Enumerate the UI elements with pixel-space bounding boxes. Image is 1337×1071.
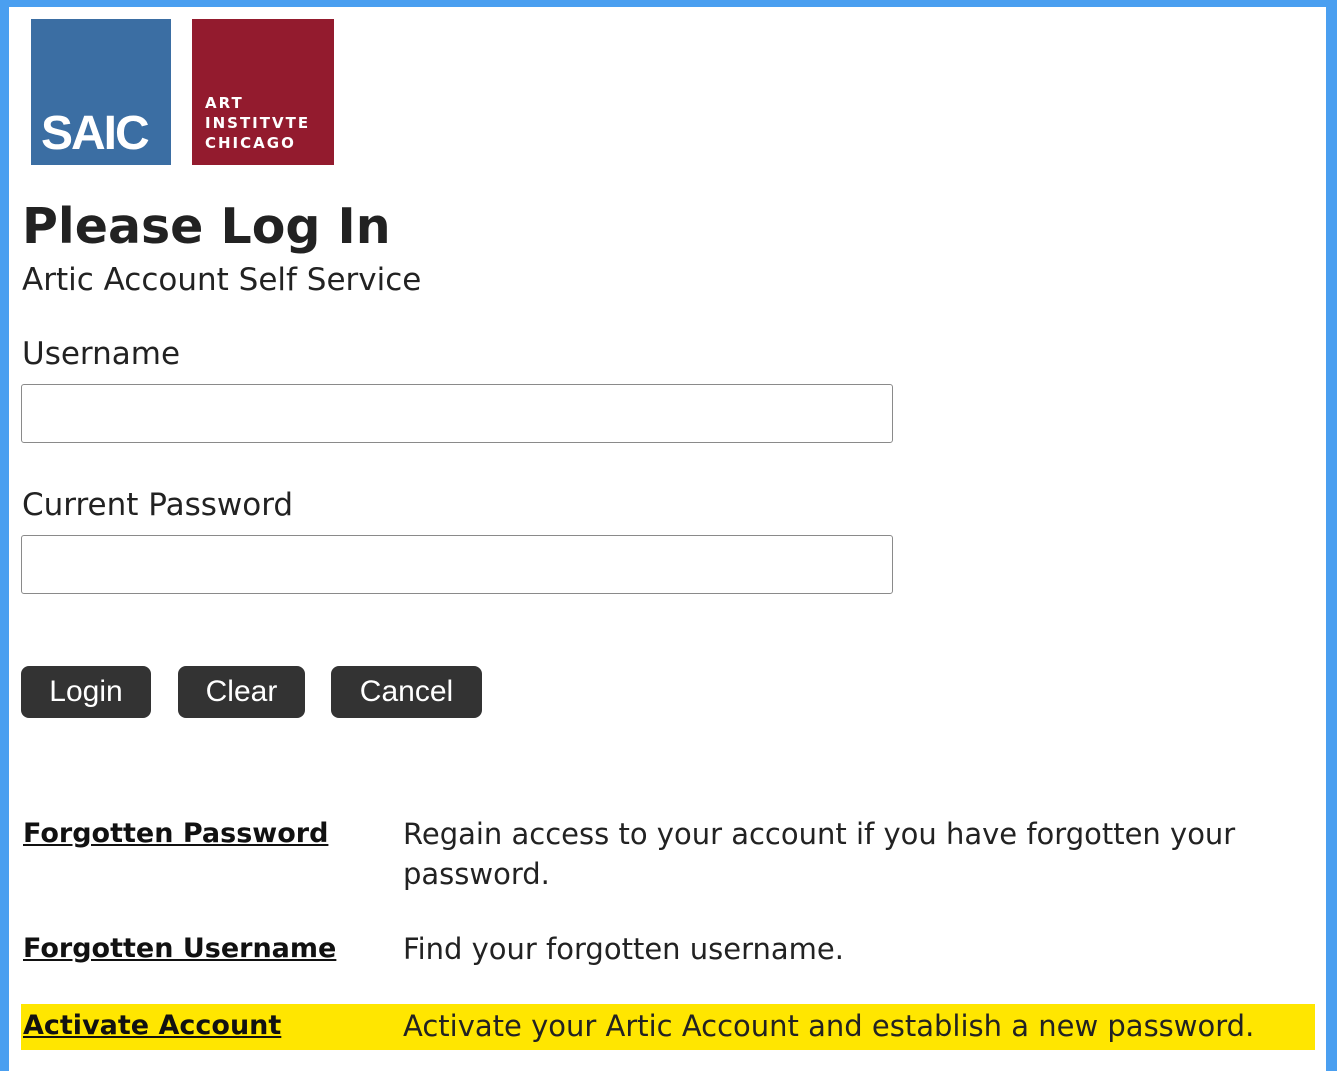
option-forgotten-password: Forgotten Password Regain access to your…: [21, 814, 1315, 898]
password-label: Current Password: [22, 487, 294, 523]
forgotten-username-link[interactable]: Forgotten Username: [23, 929, 336, 969]
aic-line-art: ART: [205, 94, 244, 112]
saic-logo[interactable]: SAIC: [31, 19, 171, 165]
login-page: SAIC ART INSTITVTE CHICAGO Please Log In…: [9, 7, 1326, 1071]
saic-logo-text: SAIC: [41, 107, 150, 160]
art-institute-logo-text: ART INSTITVTE CHICAGO: [205, 93, 310, 153]
forgotten-password-description: Regain access to your account if you hav…: [403, 817, 1236, 891]
activate-account-description: Activate your Artic Account and establis…: [403, 1009, 1255, 1043]
aic-line-chicago: CHICAGO: [205, 134, 296, 152]
forgotten-username-description: Find your forgotten username.: [403, 932, 844, 966]
art-institute-logo[interactable]: ART INSTITVTE CHICAGO: [192, 19, 334, 165]
clear-button[interactable]: Clear: [178, 666, 305, 718]
option-forgotten-username: Forgotten Username Find your forgotten u…: [21, 929, 1315, 971]
page-title: Please Log In: [22, 198, 391, 255]
login-button[interactable]: Login: [21, 666, 151, 718]
page-subtitle: Artic Account Self Service: [22, 262, 422, 298]
password-input[interactable]: [21, 535, 893, 594]
cancel-button[interactable]: Cancel: [331, 666, 482, 718]
username-input[interactable]: [21, 384, 893, 443]
activate-account-link[interactable]: Activate Account: [23, 1006, 281, 1046]
forgotten-password-link[interactable]: Forgotten Password: [23, 814, 328, 854]
option-activate-account: Activate Account Activate your Artic Acc…: [21, 1004, 1315, 1050]
username-label: Username: [22, 336, 181, 372]
aic-line-institute: INSTITVTE: [205, 114, 311, 132]
